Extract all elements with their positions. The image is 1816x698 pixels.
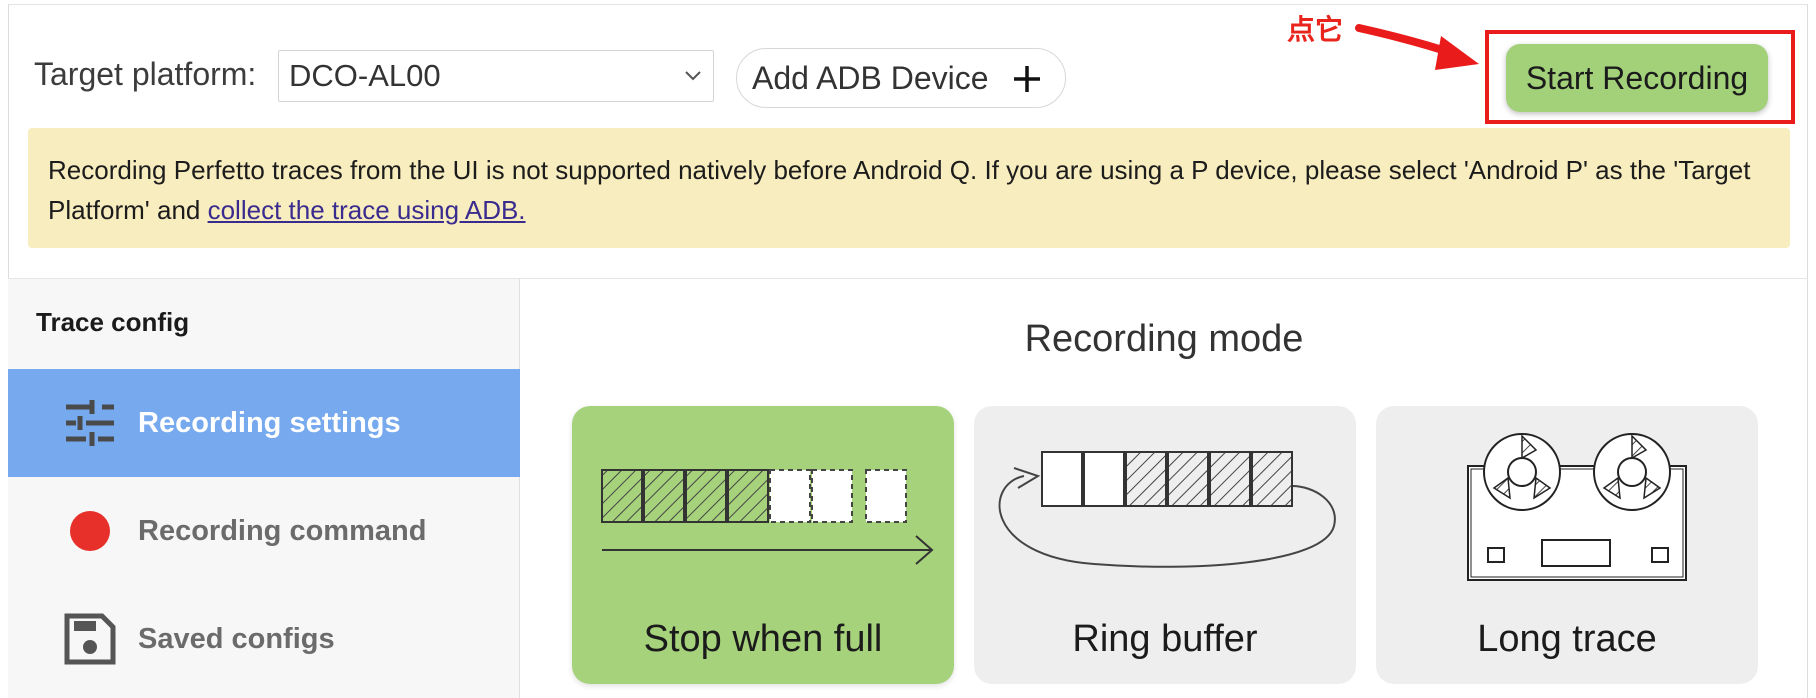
mode-card-stop-when-full[interactable]: Stop when full <box>572 406 954 684</box>
stop-when-full-illustration <box>601 469 934 565</box>
mode-card-label: Long trace <box>1477 618 1657 660</box>
sliders-icon <box>66 400 114 446</box>
collect-trace-adb-link[interactable]: collect the trace using ADB. <box>208 195 526 225</box>
plus-icon <box>1014 66 1040 92</box>
target-platform-select[interactable]: DCO-AL00 <box>278 50 714 102</box>
mode-card-label: Stop when full <box>643 618 883 660</box>
chevron-down-icon <box>685 71 701 81</box>
target-platform-label: Target platform: <box>34 56 257 92</box>
sidebar-title: Trace config <box>36 307 190 337</box>
mode-card-ring-buffer[interactable]: Ring buffer <box>974 406 1356 684</box>
sidebar-item-label: Saved configs <box>138 622 335 655</box>
mode-card-label: Ring buffer <box>1072 618 1258 660</box>
trace-config-sidebar: Trace config Recording settings Recordin… <box>8 279 520 698</box>
start-recording-button[interactable]: Start Recording <box>1506 44 1768 112</box>
tape-recorder-illustration <box>1467 433 1687 581</box>
mode-card-long-trace[interactable]: Long trace <box>1376 406 1758 684</box>
sidebar-item-saved-configs[interactable]: Saved configs <box>8 585 520 693</box>
annotation-arrow-icon <box>1355 24 1479 70</box>
add-adb-device-button[interactable]: Add ADB Device <box>736 48 1066 108</box>
sidebar-item-label: Recording command <box>138 514 427 547</box>
floppy-disk-icon <box>64 613 116 665</box>
ring-buffer-illustration <box>998 451 1336 568</box>
target-platform-value: DCO-AL00 <box>289 58 441 93</box>
add-adb-device-label: Add ADB Device <box>752 59 989 96</box>
compatibility-warning-banner: Recording Perfetto traces from the UI is… <box>28 128 1790 248</box>
sidebar-item-recording-settings[interactable]: Recording settings <box>8 369 520 477</box>
record-dot-icon <box>70 511 110 551</box>
sidebar-item-recording-command[interactable]: Recording command <box>8 477 520 585</box>
annotation-label: 点它 <box>1287 13 1344 46</box>
sidebar-item-label: Recording settings <box>138 406 401 439</box>
recording-mode-title: Recording mode <box>1024 318 1304 360</box>
